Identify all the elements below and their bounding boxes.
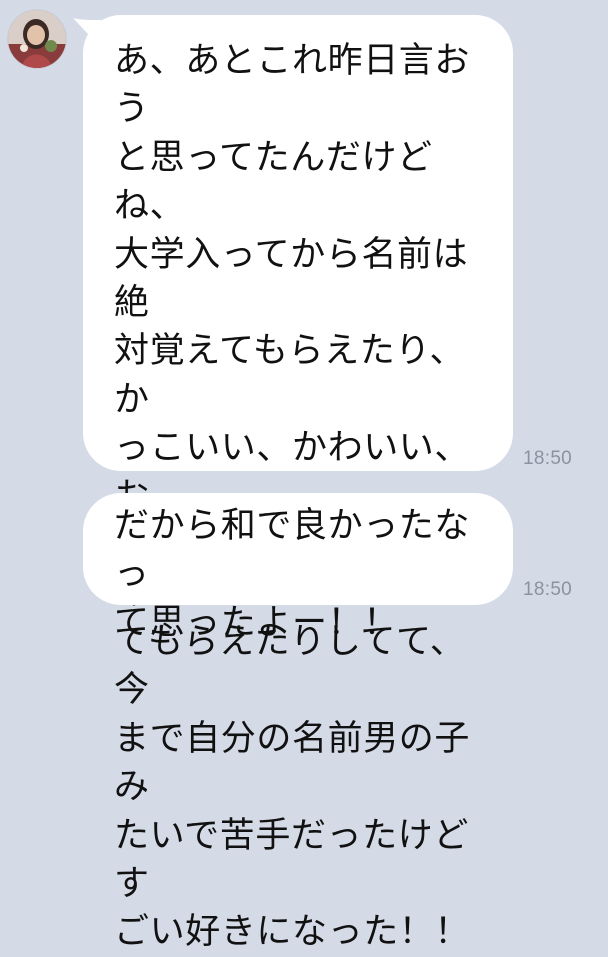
message-bubble[interactable]: だから和で良かったなっ て思ったよー！！ [83, 493, 513, 643]
sender-avatar[interactable] [8, 10, 66, 68]
message-text: だから和で良かったなっ て思ったよー！！ [114, 506, 471, 643]
message-timestamp: 18:50 [523, 579, 573, 600]
message-timestamp: 18:50 [523, 448, 573, 469]
avatar-photo-icon [8, 10, 66, 68]
chat-thread: あ、あとこれ昨日言おう と思ってたんだけどね、 大学入ってから名前は絶 対覚えて… [0, 0, 608, 952]
message-bubble[interactable]: あ、あとこれ昨日言おう と思ってたんだけどね、 大学入ってから名前は絶 対覚えて… [83, 15, 513, 952]
